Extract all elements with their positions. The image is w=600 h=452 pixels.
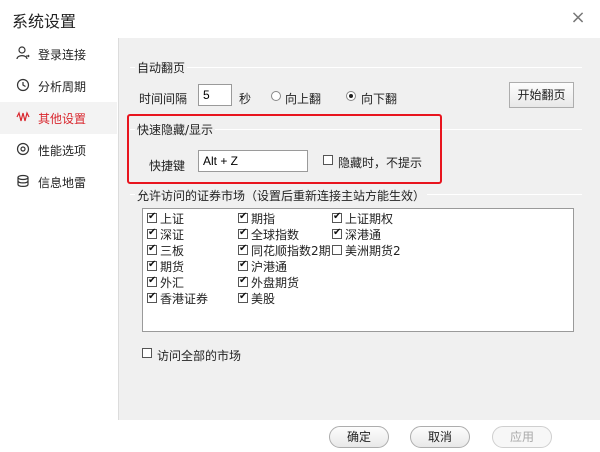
market-label: 上证 bbox=[160, 212, 185, 226]
market-checkbox-americas-futures-2[interactable] bbox=[332, 245, 342, 255]
sidebar-item-label: 信息地雷 bbox=[38, 176, 87, 190]
markets-group-title: 允许访问的证券市场（设置后重新连接主站方能生效） bbox=[135, 187, 428, 204]
market-checkbox-shenzhen[interactable] bbox=[147, 227, 157, 239]
highlight-frame bbox=[127, 114, 442, 184]
dialog-title: 系统设置 bbox=[12, 12, 77, 31]
radio-page-up[interactable] bbox=[271, 91, 281, 101]
market-checkbox-shanghai[interactable] bbox=[147, 211, 157, 223]
dialog-footer: 确定 取消 应用 bbox=[0, 420, 600, 452]
market-label: 深证 bbox=[160, 228, 185, 242]
clock-cycle-icon bbox=[16, 78, 30, 92]
database-icon bbox=[17, 174, 29, 187]
sidebar: 登录连接 分析周期 其他设置 性能选项 信息地雷 bbox=[0, 38, 118, 420]
access-all-markets-label: 访问全部的市场 bbox=[157, 349, 242, 363]
ok-button[interactable]: 确定 bbox=[329, 426, 389, 448]
market-label: 期指 bbox=[251, 212, 276, 226]
title-bar: 系统设置 × bbox=[0, 0, 600, 38]
gauge-icon bbox=[16, 142, 30, 156]
market-checkbox-global-index[interactable] bbox=[238, 227, 248, 239]
user-login-icon bbox=[16, 46, 30, 60]
market-label: 香港证券 bbox=[160, 292, 209, 306]
market-label: 上证期权 bbox=[345, 212, 394, 226]
sidebar-item-info-mine[interactable]: 信息地雷 bbox=[0, 166, 117, 198]
sidebar-item-label: 性能选项 bbox=[38, 144, 87, 158]
market-checkbox-ths-index-2[interactable] bbox=[238, 243, 248, 255]
radio-page-down-label: 向下翻 bbox=[361, 92, 398, 106]
group-divider bbox=[130, 67, 582, 68]
markets-listbox: 上证 深证 三板 期货 外汇 香港证券 期指 全球指数 同花顺指数2期 沪港通 … bbox=[142, 208, 574, 332]
interval-label: 时间间隔 bbox=[139, 92, 188, 106]
market-checkbox-foreign-futures[interactable] bbox=[238, 275, 248, 287]
market-label: 三板 bbox=[160, 244, 185, 258]
market-label: 沪港通 bbox=[251, 260, 288, 274]
market-label: 全球指数 bbox=[251, 228, 300, 242]
auto-page-group-title: 自动翻页 bbox=[135, 59, 188, 76]
sidebar-item-label: 登录连接 bbox=[38, 48, 87, 62]
sidebar-item-period[interactable]: 分析周期 bbox=[0, 70, 117, 102]
cancel-button[interactable]: 取消 bbox=[410, 426, 470, 448]
market-checkbox-forex[interactable] bbox=[147, 275, 157, 287]
market-checkbox-us-stocks[interactable] bbox=[238, 291, 248, 303]
market-checkbox-sh-options[interactable] bbox=[332, 211, 342, 223]
market-checkbox-hk-securities[interactable] bbox=[147, 291, 157, 303]
settings-dialog: 系统设置 × 登录连接 分析周期 其他设置 性能选项 信息地雷 自动翻页 时间间… bbox=[0, 0, 600, 452]
apply-button[interactable]: 应用 bbox=[492, 426, 552, 448]
market-checkbox-sh-hk-connect[interactable] bbox=[238, 259, 248, 271]
radio-page-up-label: 向上翻 bbox=[285, 92, 322, 106]
interval-input[interactable] bbox=[198, 84, 232, 106]
close-icon[interactable]: × bbox=[568, 8, 588, 28]
market-label: 深港通 bbox=[345, 228, 382, 242]
access-all-markets-checkbox[interactable] bbox=[142, 348, 152, 358]
radio-page-down[interactable] bbox=[346, 91, 356, 101]
market-checkbox-sz-hk-connect[interactable] bbox=[332, 227, 342, 239]
market-label: 外盘期货 bbox=[251, 276, 300, 290]
wave-settings-icon bbox=[16, 111, 30, 122]
market-checkbox-index-futures[interactable] bbox=[238, 211, 248, 223]
interval-unit: 秒 bbox=[239, 92, 252, 106]
market-checkbox-third-board[interactable] bbox=[147, 243, 157, 255]
market-label: 同花顺指数2期 bbox=[251, 244, 331, 258]
market-label: 外汇 bbox=[160, 276, 185, 290]
market-label: 美洲期货2 bbox=[345, 244, 401, 258]
market-label: 期货 bbox=[160, 260, 185, 274]
sidebar-item-other-settings[interactable]: 其他设置 bbox=[0, 102, 117, 134]
sidebar-item-performance[interactable]: 性能选项 bbox=[0, 134, 117, 166]
start-page-button[interactable]: 开始翻页 bbox=[509, 82, 574, 108]
sidebar-item-label: 其他设置 bbox=[38, 112, 87, 126]
market-checkbox-futures[interactable] bbox=[147, 259, 157, 271]
sidebar-item-login[interactable]: 登录连接 bbox=[0, 38, 117, 70]
market-label: 美股 bbox=[251, 292, 276, 306]
sidebar-item-label: 分析周期 bbox=[38, 80, 87, 94]
